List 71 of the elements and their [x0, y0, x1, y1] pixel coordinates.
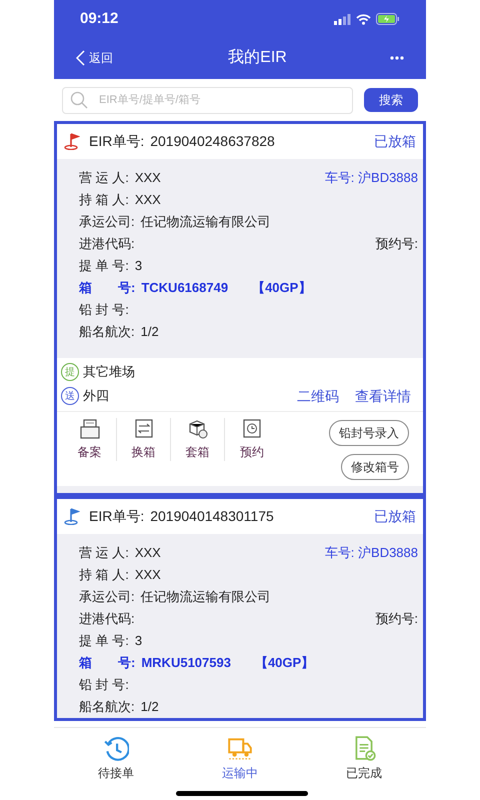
link[interactable]: 二维码 [297, 386, 339, 406]
eir-label: EIR单号: [89, 132, 144, 151]
battery-icon [376, 13, 400, 25]
field-value: XXX [134, 566, 161, 584]
field-label: 持 箱 人: [79, 566, 129, 584]
signal-icon [334, 14, 351, 24]
search-icon [70, 90, 88, 108]
field-value: 1/2 [140, 698, 159, 716]
field-value: 3 [134, 257, 142, 276]
yard-name: 其它堆场 [83, 363, 135, 382]
boxes-icon [186, 418, 208, 440]
search-field[interactable]: EIR单号/提单号/箱号 [62, 86, 353, 114]
eir-number: 2019040248637828 [150, 132, 275, 151]
field-label: 提 单 号: [79, 257, 129, 276]
status-time: 09:12 [80, 8, 118, 29]
pill-button[interactable]: 修改箱号 [341, 454, 409, 480]
tab-bar-item[interactable]: 待接单 [54, 735, 178, 788]
container-type: 【40GP】 [254, 654, 314, 672]
field-value: 3 [134, 632, 142, 650]
field-label: 箱 号: [79, 279, 136, 298]
field-value: TCKU6168749 [141, 279, 228, 298]
plate-number: 车号: 沪BD3888 [324, 544, 418, 562]
clock-icon [241, 418, 263, 440]
field-label: 承运公司: [79, 213, 135, 232]
action-button[interactable]: 备案 [63, 418, 117, 461]
status-label: 已放箱 [374, 507, 416, 526]
field-label: 铅 封 号: [79, 301, 129, 320]
action-button[interactable]: 换箱 [117, 418, 171, 461]
action-button[interactable]: 套箱 [171, 418, 225, 461]
field-label: 预约号: [375, 610, 418, 628]
field-value: MRKU5107593 [141, 654, 231, 672]
back-button[interactable]: 返回 [76, 48, 113, 66]
field-value: XXX [134, 544, 161, 562]
plate-number: 车号: 沪BD3888 [324, 169, 418, 188]
delivery-badge: 送 [61, 387, 79, 405]
pill-button[interactable]: 铅封号录入 [329, 420, 409, 446]
pickup-badge: 提 [61, 363, 79, 381]
link[interactable]: 查看详情 [355, 386, 411, 406]
eir-number: 2019040148301175 [150, 507, 274, 526]
tab-bar-item[interactable]: 已完成 [302, 735, 426, 788]
eir-label: EIR单号: [89, 507, 144, 526]
field-label: 营 运 人: [79, 169, 129, 188]
field-label: 船名航次: [79, 698, 135, 716]
field-value: 1/2 [140, 323, 159, 342]
field-label: 箱 号: [79, 654, 136, 672]
container-type: 【40GP】 [252, 279, 312, 298]
field-value: 任记物流运输有限公司 [140, 213, 271, 232]
yard-name: 外四 [83, 387, 109, 406]
field-label: 持 箱 人: [79, 191, 129, 210]
action-button[interactable]: 预约 [225, 418, 279, 461]
field-label: 进港代码: [79, 235, 135, 254]
swap-icon [132, 418, 154, 440]
more-icon[interactable] [390, 56, 404, 60]
field-value: XXX [134, 169, 161, 188]
field-label: 营 运 人: [79, 544, 129, 562]
field-label: 铅 封 号: [79, 676, 129, 694]
field-value: XXX [134, 191, 161, 210]
tray-icon [78, 418, 100, 440]
clock-icon [103, 735, 129, 761]
search-button[interactable]: 搜索 [364, 88, 418, 112]
tab-bar-item[interactable]: 运输中 [178, 735, 302, 788]
field-label: 提 单 号: [79, 632, 129, 650]
status-label: 已放箱 [374, 132, 416, 151]
wifi-icon [356, 14, 371, 24]
field-label: 船名航次: [79, 323, 135, 342]
field-value: 任记物流运输有限公司 [140, 588, 271, 606]
page-title: 我的EIR [228, 48, 287, 68]
field-label: 预约号: [375, 235, 418, 254]
back-chevron-icon [76, 50, 85, 66]
field-label: 承运公司: [79, 588, 135, 606]
field-label: 进港代码: [79, 610, 135, 628]
